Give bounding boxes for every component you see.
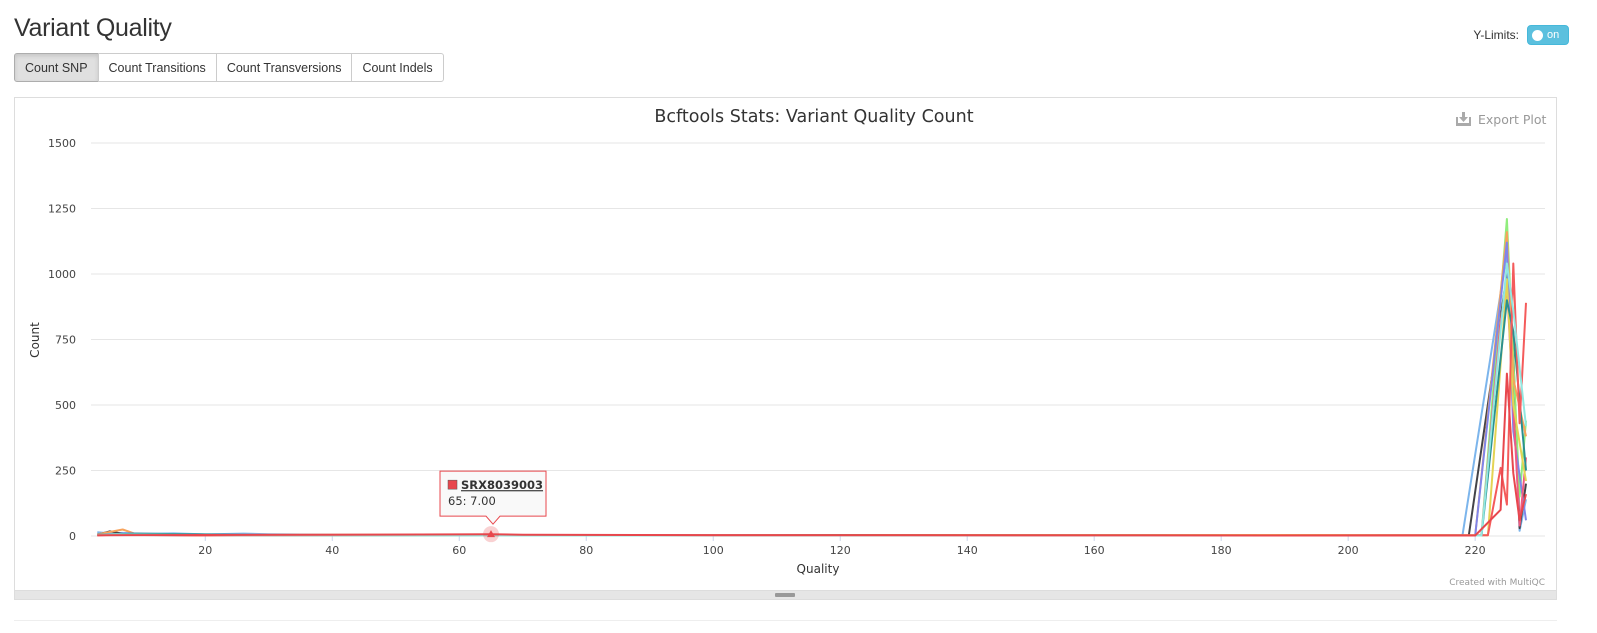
plot-container [14,97,1557,591]
dataset-tabs: Count SNP Count Transitions Count Transv… [14,53,444,82]
plot-resize-bar[interactable] [14,590,1557,600]
tab-count-indels[interactable]: Count Indels [351,53,444,82]
export-plot-label: Export Plot [1478,112,1547,127]
page-title: Variant Quality [14,14,172,42]
resize-handle[interactable] [775,593,795,597]
ylimits-label: Y-Limits: [1473,28,1519,42]
tab-count-transitions[interactable]: Count Transitions [97,53,217,82]
toggle-knob [1532,29,1543,41]
ylimits-toggle[interactable]: on [1527,25,1569,45]
section-divider [14,620,1557,621]
ylimits-toggle-state: on [1547,29,1560,41]
tab-count-transversions[interactable]: Count Transversions [215,53,353,82]
tab-count-snp[interactable]: Count SNP [14,53,99,82]
ylimits-control: Y-Limits: on [1473,25,1569,45]
